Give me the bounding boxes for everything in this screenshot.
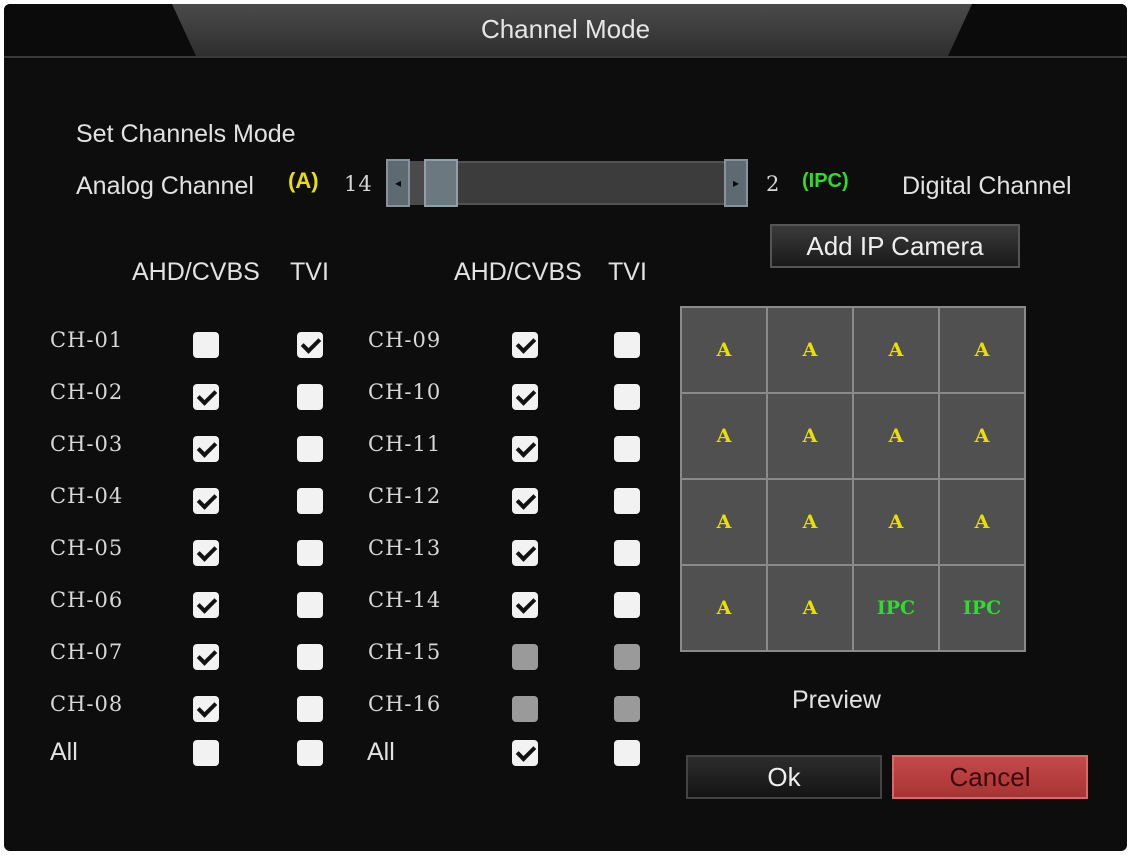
preview-label: Preview (792, 686, 881, 714)
digital-channel-label: Digital Channel (902, 172, 1072, 200)
preview-cell[interactable]: A (682, 480, 766, 564)
preview-cell[interactable]: A (854, 308, 938, 392)
channel-label: CH-08 (50, 692, 124, 716)
slider-thumb[interactable] (424, 159, 458, 207)
channel-label: CH-07 (50, 640, 124, 664)
channel-label: CH-09 (368, 328, 442, 352)
preview-cell[interactable]: IPC (940, 566, 1024, 650)
ahd-checkbox[interactable] (193, 332, 219, 358)
cancel-button[interactable]: Cancel (892, 755, 1088, 799)
digital-count: 2 (766, 172, 781, 196)
preview-cell[interactable]: A (940, 308, 1024, 392)
ahd-checkbox[interactable] (512, 488, 538, 514)
all-right-label: All (367, 738, 395, 766)
ahd-checkbox[interactable] (512, 540, 538, 566)
all-right-tvi-checkbox[interactable] (614, 740, 640, 766)
ahd-checkbox[interactable] (512, 332, 538, 358)
all-left-label: All (50, 738, 78, 766)
preview-cell[interactable]: A (940, 394, 1024, 478)
ahd-checkbox[interactable] (193, 696, 219, 722)
title-bar: Channel Mode (4, 4, 1127, 60)
channel-label: CH-01 (50, 328, 124, 352)
channel-label: CH-11 (368, 432, 442, 456)
channel-label: CH-02 (50, 380, 124, 404)
channel-label: CH-16 (368, 692, 442, 716)
channel-split-slider[interactable]: ◂ ▸ (386, 159, 748, 207)
preview-grid: A A A A A A A A A A A A A A IPC IPC (680, 306, 1026, 652)
preview-cell[interactable]: A (682, 394, 766, 478)
channel-label: CH-03 (50, 432, 124, 456)
tvi-checkbox[interactable] (614, 488, 640, 514)
tvi-checkbox[interactable] (297, 384, 323, 410)
analog-count: 14 (344, 172, 373, 196)
preview-cell[interactable]: A (682, 566, 766, 650)
preview-cell[interactable]: A (768, 394, 852, 478)
set-mode-label: Set Channels Mode (76, 120, 296, 148)
ahd-checkbox[interactable] (193, 592, 219, 618)
ahd-checkbox (512, 644, 538, 670)
channel-label: CH-13 (368, 536, 442, 560)
channel-label: CH-06 (50, 588, 124, 612)
tvi-checkbox[interactable] (297, 436, 323, 462)
tvi-checkbox[interactable] (614, 384, 640, 410)
channel-label: CH-14 (368, 588, 442, 612)
preview-cell[interactable]: A (768, 480, 852, 564)
preview-cell[interactable]: A (854, 394, 938, 478)
tvi-checkbox[interactable] (614, 436, 640, 462)
ahd-checkbox[interactable] (193, 644, 219, 670)
preview-cell[interactable]: IPC (854, 566, 938, 650)
ahd-checkbox[interactable] (193, 384, 219, 410)
channel-mode-dialog: Channel Mode Set Channels Mode Analog Ch… (4, 4, 1127, 851)
analog-tag: (A) (288, 168, 319, 193)
title-divider (4, 56, 1127, 58)
ahd-checkbox[interactable] (512, 384, 538, 410)
tvi-checkbox[interactable] (297, 644, 323, 670)
ahd-checkbox[interactable] (512, 592, 538, 618)
ok-button[interactable]: Ok (686, 755, 882, 799)
preview-cell[interactable]: A (940, 480, 1024, 564)
tvi-checkbox[interactable] (297, 332, 323, 358)
add-ip-camera-button[interactable]: Add IP Camera (770, 224, 1020, 268)
channel-label: CH-05 (50, 536, 124, 560)
slider-right-arrow[interactable]: ▸ (724, 159, 748, 207)
ahd-checkbox[interactable] (193, 436, 219, 462)
preview-cell[interactable]: A (768, 308, 852, 392)
tvi-checkbox[interactable] (297, 592, 323, 618)
right-ahd-header: AHD/CVBS (454, 258, 582, 286)
analog-channel-label: Analog Channel (76, 172, 254, 200)
channel-label: CH-04 (50, 484, 124, 508)
tvi-checkbox (614, 644, 640, 670)
slider-fill (410, 161, 424, 205)
right-tvi-header: TVI (608, 258, 647, 286)
digital-tag: (IPC) (802, 170, 849, 192)
all-right-ahd-checkbox[interactable] (512, 740, 538, 766)
preview-cell[interactable]: A (682, 308, 766, 392)
channel-label: CH-10 (368, 380, 442, 404)
tvi-checkbox[interactable] (297, 540, 323, 566)
dialog-title: Channel Mode (480, 14, 651, 44)
left-ahd-header: AHD/CVBS (132, 258, 260, 286)
tvi-checkbox[interactable] (297, 696, 323, 722)
all-left-tvi-checkbox[interactable] (297, 740, 323, 766)
tvi-checkbox[interactable] (297, 488, 323, 514)
tvi-checkbox[interactable] (614, 332, 640, 358)
preview-cell[interactable]: A (854, 480, 938, 564)
tvi-checkbox[interactable] (614, 540, 640, 566)
tvi-checkbox (614, 696, 640, 722)
all-left-ahd-checkbox[interactable] (193, 740, 219, 766)
preview-cell[interactable]: A (768, 566, 852, 650)
channel-label: CH-15 (368, 640, 442, 664)
ahd-checkbox (512, 696, 538, 722)
slider-left-arrow[interactable]: ◂ (386, 159, 410, 207)
ahd-checkbox[interactable] (193, 488, 219, 514)
ahd-checkbox[interactable] (512, 436, 538, 462)
ahd-checkbox[interactable] (193, 540, 219, 566)
left-tvi-header: TVI (290, 258, 329, 286)
channel-label: CH-12 (368, 484, 442, 508)
tvi-checkbox[interactable] (614, 592, 640, 618)
